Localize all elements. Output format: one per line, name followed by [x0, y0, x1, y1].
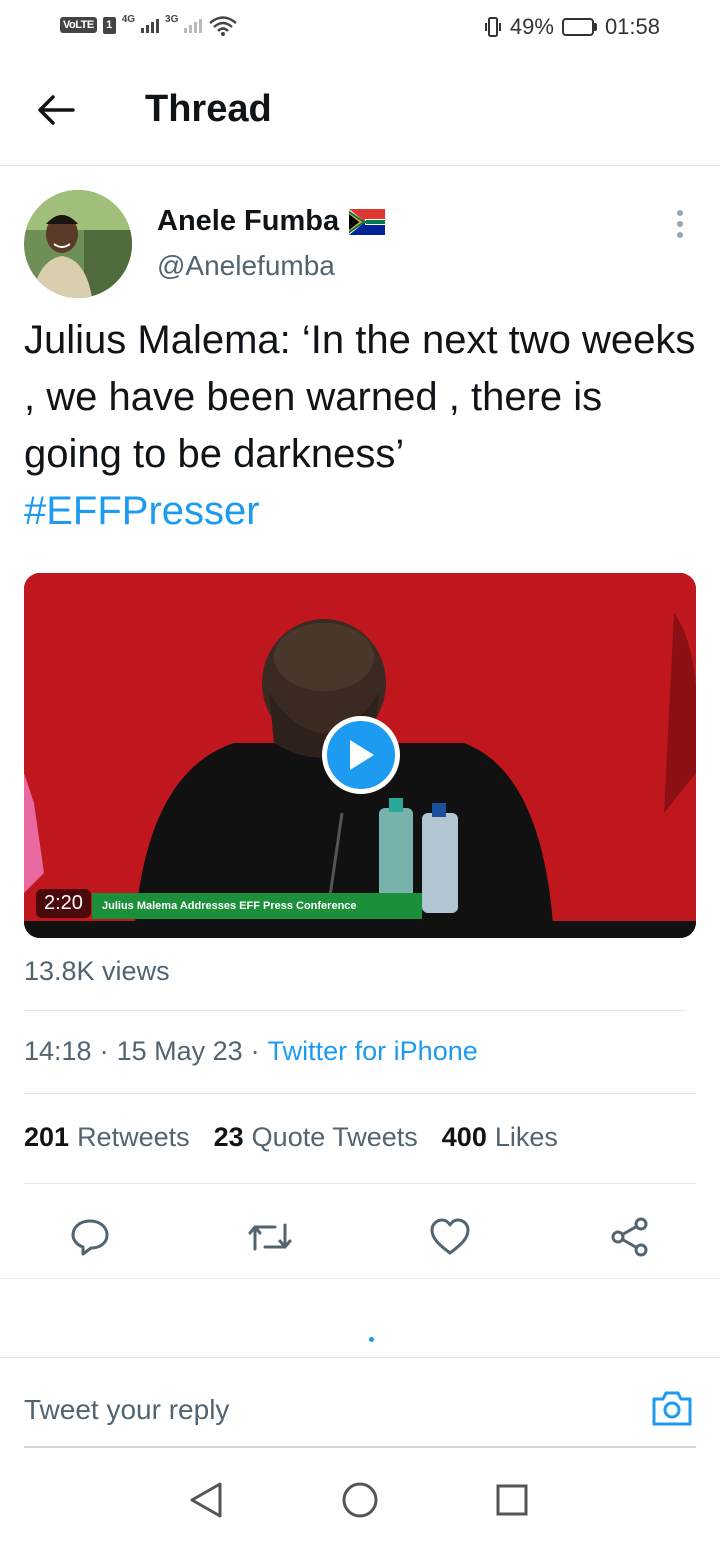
retweets-count: 201: [24, 1122, 70, 1152]
avatar-image: [24, 190, 132, 298]
author-name[interactable]: Anele Fumba: [157, 205, 386, 238]
reply-input[interactable]: Tweet your reply: [24, 1394, 229, 1426]
play-icon: [350, 740, 374, 770]
tweet-text: Julius Malema: ‘In the next two weeks , …: [24, 312, 704, 540]
meta-separator: ·: [250, 1036, 260, 1066]
system-nav-bar: [0, 1460, 720, 1541]
signal-bars-icon: [141, 17, 160, 33]
page-title: Thread: [145, 88, 272, 130]
reply-underline: [24, 1446, 696, 1448]
retweets-label: Retweets: [77, 1122, 190, 1152]
like-icon: [430, 1218, 470, 1255]
status-left: VoLTE 1 4G 3G: [60, 14, 238, 36]
video-duration: 2:20: [36, 889, 91, 918]
like-button[interactable]: [422, 1209, 478, 1265]
nav-recents-button[interactable]: [490, 1478, 534, 1522]
reply-icon: [71, 1219, 109, 1256]
vibrate-icon: [484, 17, 501, 37]
retweets-stat[interactable]: 201 Retweets: [24, 1122, 190, 1153]
hashtag-link[interactable]: #EFFPresser: [24, 489, 260, 533]
reply-composer: Tweet your reply: [0, 1357, 720, 1449]
quote-tweets-stat[interactable]: 23 Quote Tweets: [214, 1122, 418, 1153]
clock: 01:58: [604, 14, 660, 39]
status-right: 49% 01:58: [484, 14, 660, 40]
south-africa-flag-icon: [349, 208, 386, 235]
author-handle[interactable]: @Anelefumba: [157, 250, 335, 282]
square-recents-icon: [496, 1484, 528, 1516]
play-button[interactable]: [322, 716, 400, 794]
circle-home-icon: [342, 1482, 378, 1518]
reply-button[interactable]: [62, 1209, 118, 1265]
likes-stat[interactable]: 400 Likes: [442, 1122, 558, 1153]
divider: [24, 1010, 686, 1011]
wifi-icon: [209, 16, 238, 36]
quotes-count: 23: [213, 1122, 244, 1152]
app-header: Thread: [0, 56, 720, 166]
likes-count: 400: [441, 1122, 487, 1152]
quotes-label: Quote Tweets: [251, 1122, 418, 1152]
signal-bars-2-icon: [184, 17, 203, 33]
sim-badge: 1: [102, 16, 116, 34]
share-button[interactable]: [602, 1209, 658, 1265]
arrow-left-icon: [38, 95, 75, 125]
battery-percent: 49%: [509, 14, 554, 39]
author-name-text: Anele Fumba: [157, 205, 340, 237]
divider: [24, 1183, 696, 1184]
retweet-icon: [248, 1223, 292, 1251]
tweet-date: 15 May 23: [116, 1036, 243, 1066]
tweet-meta: 14:18 · 15 May 23 · Twitter for iPhone: [24, 1036, 478, 1067]
likes-label: Likes: [494, 1122, 558, 1152]
battery-icon: [561, 18, 597, 36]
retweet-button[interactable]: [242, 1209, 298, 1265]
triangle-back-icon: [190, 1482, 222, 1518]
tweet-time: 14:18: [24, 1036, 92, 1066]
avatar[interactable]: [24, 190, 132, 298]
tweet-body: Julius Malema: ‘In the next two weeks , …: [24, 318, 696, 476]
camera-icon: [652, 1391, 692, 1426]
camera-button[interactable]: [648, 1384, 696, 1432]
video-player[interactable]: Julius Malema Addresses EFF Press Confer…: [24, 573, 696, 938]
share-icon: [611, 1217, 648, 1257]
video-caption: Julius Malema Addresses EFF Press Confer…: [92, 893, 422, 919]
more-options-button[interactable]: [664, 204, 696, 244]
loading-indicator: [369, 1337, 374, 1342]
nav-back-button[interactable]: [184, 1478, 228, 1522]
tweet-source-link[interactable]: Twitter for iPhone: [268, 1036, 478, 1067]
back-button[interactable]: [30, 84, 82, 136]
network-type-1: 4G: [121, 13, 136, 25]
meta-separator: ·: [99, 1036, 109, 1066]
status-bar: VoLTE 1 4G 3G 49% 01:58: [0, 0, 720, 56]
nav-home-button[interactable]: [338, 1478, 382, 1522]
volte-badge: VoLTE: [60, 17, 97, 33]
action-bar: [0, 1195, 720, 1279]
engagement-stats: 201 Retweets 23 Quote Tweets 400 Likes: [24, 1122, 558, 1153]
network-type-2: 3G: [165, 13, 179, 25]
view-count: 13.8K views: [24, 956, 170, 986]
divider: [24, 1093, 696, 1094]
